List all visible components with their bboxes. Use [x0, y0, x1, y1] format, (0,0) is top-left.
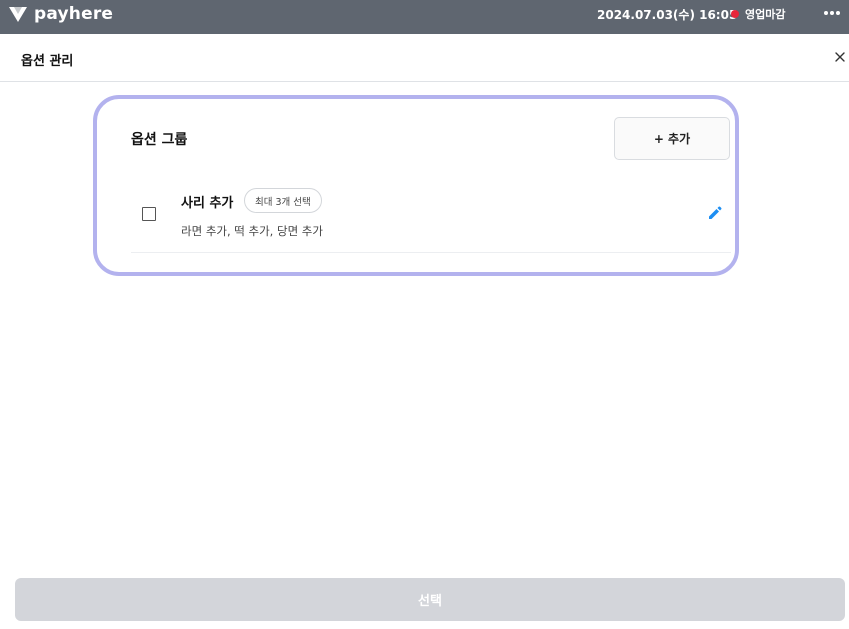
current-datetime: 2024.07.03(수) 16:05 [597, 8, 738, 22]
option-group-panel: 옵션 그룹 + 추가 사리 추가 최대 3개 선택 라면 추가, 떡 추가, 당… [93, 95, 739, 276]
top-app-bar: payhere 2024.07.03(수) 16:05 영업마감 [0, 0, 849, 34]
page-header: 옵션 관리 [0, 34, 849, 82]
option-group-title: 옵션 그룹 [131, 132, 188, 148]
option-group-row[interactable]: 사리 추가 최대 3개 선택 라면 추가, 떡 추가, 당면 추가 [131, 183, 731, 253]
business-status[interactable]: 영업마감 [731, 6, 785, 22]
page-title: 옵션 관리 [21, 54, 74, 69]
business-status-label: 영업마감 [745, 8, 786, 21]
more-menu-button[interactable] [822, 5, 842, 21]
payhere-logo-icon [9, 7, 27, 22]
more-horizontal-icon [824, 11, 840, 15]
pencil-icon[interactable] [707, 205, 723, 221]
brand: payhere [8, 0, 113, 28]
select-button[interactable]: 선택 [15, 578, 845, 621]
option-items-text: 라면 추가, 떡 추가, 당면 추가 [181, 224, 323, 238]
max-select-badge: 최대 3개 선택 [244, 188, 322, 213]
option-group-checkbox[interactable] [142, 207, 156, 221]
close-icon [835, 52, 845, 62]
add-option-group-button[interactable]: + 추가 [614, 117, 730, 160]
brand-name: payhere [34, 4, 114, 24]
option-group-name: 사리 추가 [181, 196, 234, 211]
status-dot-icon [731, 10, 739, 18]
close-button[interactable] [832, 49, 848, 65]
